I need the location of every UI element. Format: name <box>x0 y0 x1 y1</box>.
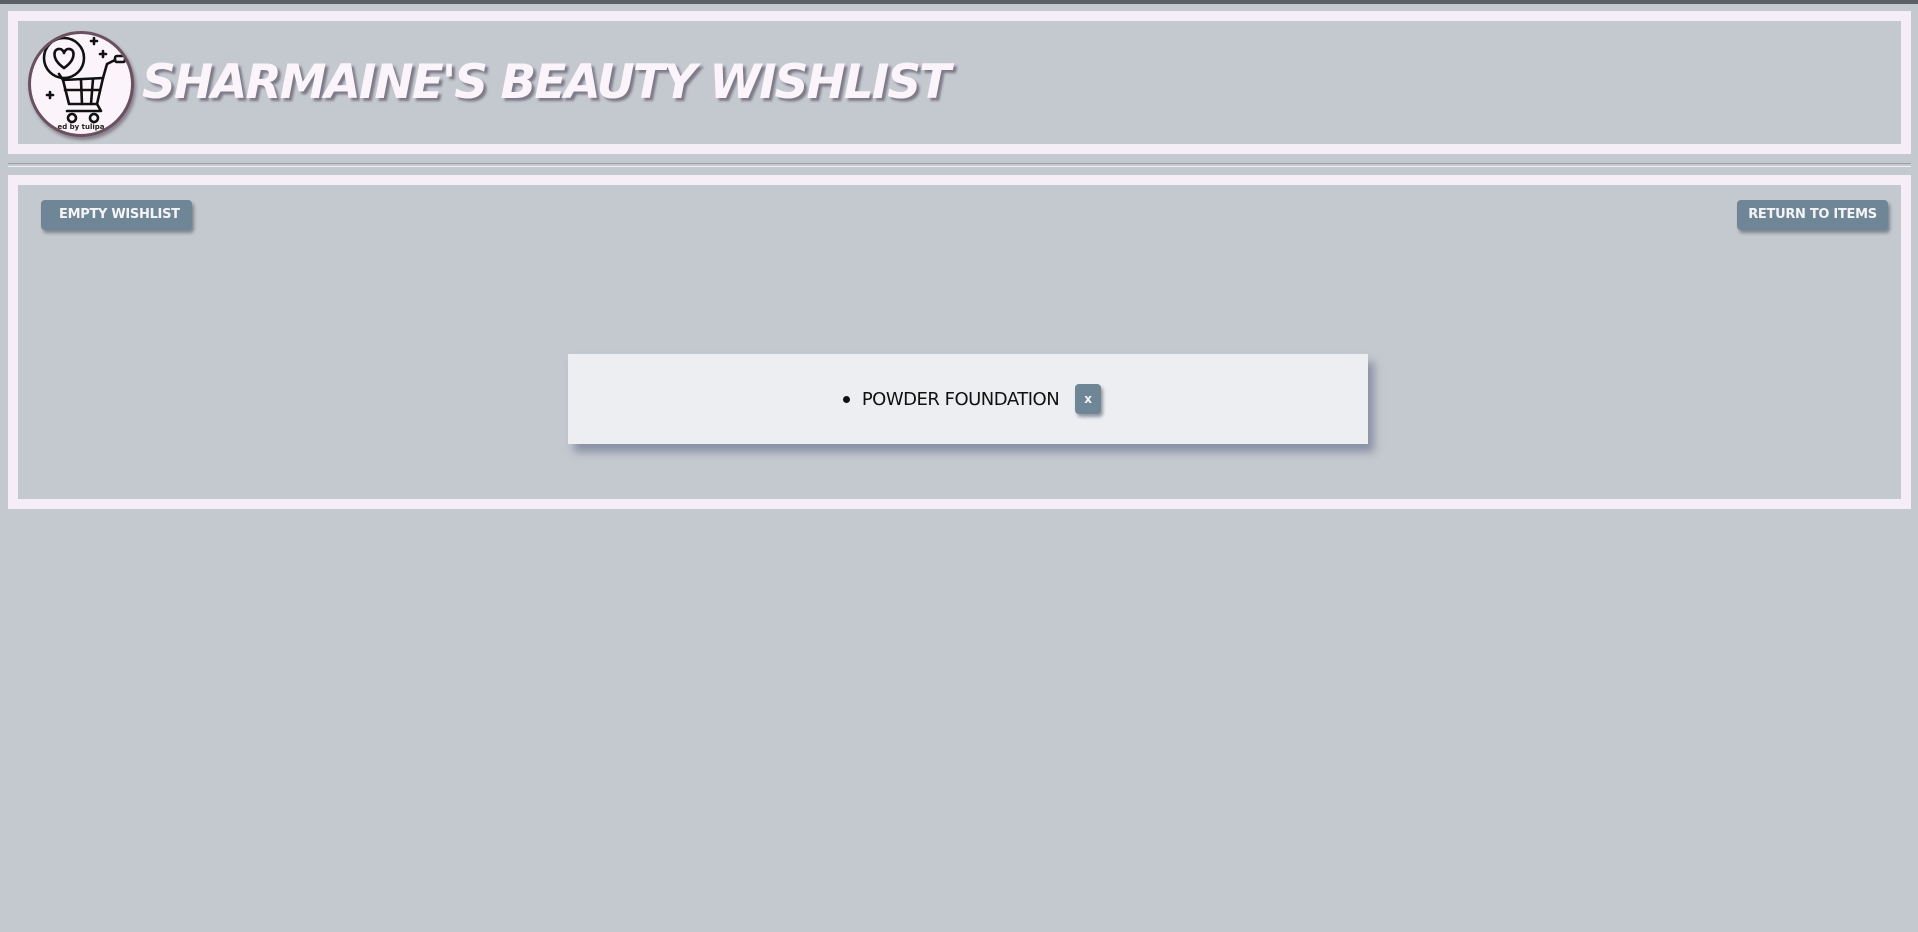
logo-credit: ed by tulipa <box>57 123 105 131</box>
wishlist-items: POWDER FOUNDATION x <box>568 354 1368 444</box>
wishlist-panel: EMPTY WISHLIST RETURN TO ITEMS POWDER FO… <box>8 175 1911 509</box>
item-name: POWDER FOUNDATION <box>861 388 1060 410</box>
remove-item-button[interactable]: x <box>1075 384 1102 414</box>
wishlist-card: POWDER FOUNDATION x <box>568 354 1368 444</box>
site-header: ed by tulipa SHARMAINE'S BEAUTY WISHLIST <box>8 11 1911 154</box>
top-strip <box>0 0 1918 4</box>
divider-highlight <box>8 166 1911 167</box>
return-to-items-button[interactable]: RETURN TO ITEMS <box>1737 200 1888 230</box>
list-item: POWDER FOUNDATION x <box>835 384 1102 414</box>
heart-shopping-cart-icon <box>42 36 127 124</box>
page-title: SHARMAINE'S BEAUTY WISHLIST <box>142 55 951 110</box>
bullet-icon <box>842 395 850 403</box>
divider <box>8 163 1911 164</box>
empty-wishlist-button[interactable]: EMPTY WISHLIST <box>41 200 192 230</box>
logo[interactable]: ed by tulipa <box>28 31 134 137</box>
